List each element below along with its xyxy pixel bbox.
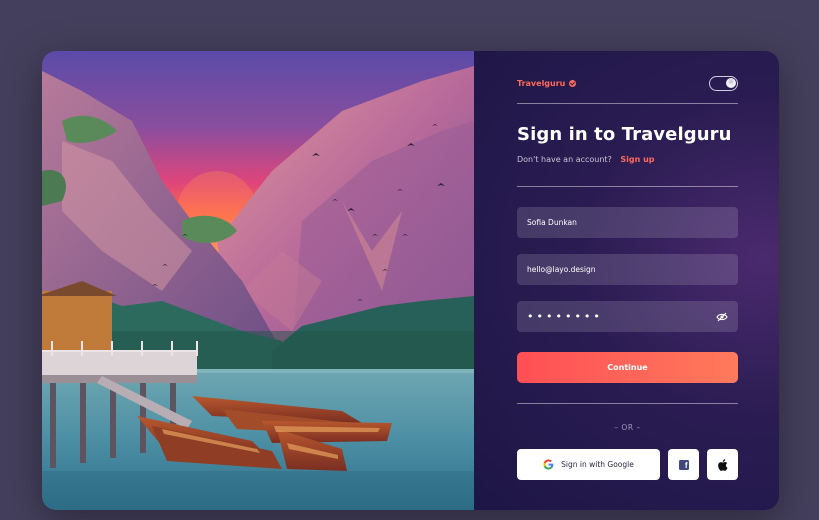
verified-badge-icon <box>569 79 577 87</box>
google-signin-button[interactable]: Sign in with Google <box>517 449 660 480</box>
email-input[interactable] <box>527 265 728 274</box>
password-input[interactable]: •••••••• <box>527 310 716 323</box>
signup-link[interactable]: Sign up <box>620 155 654 164</box>
brand-logo[interactable]: Travelguru <box>517 78 577 88</box>
signup-prompt-text: Don't have an account? <box>517 155 612 164</box>
form-divider <box>517 186 738 187</box>
header-divider <box>517 103 738 104</box>
page-title: Sign in to Travelguru <box>517 124 732 145</box>
email-field[interactable] <box>517 254 738 285</box>
social-signin-row: Sign in with Google f <box>517 449 738 480</box>
signin-panel: Travelguru ☼ Sign in to Travelguru Don't… <box>474 51 779 510</box>
facebook-signin-button[interactable]: f <box>668 449 699 480</box>
continue-button[interactable]: Continue <box>517 352 738 383</box>
signup-prompt: Don't have an account? Sign up <box>517 155 655 164</box>
theme-toggle[interactable]: ☼ <box>709 75 738 91</box>
apple-icon <box>717 458 728 471</box>
or-divider-text: – OR – <box>614 423 641 432</box>
signin-card: Travelguru ☼ Sign in to Travelguru Don't… <box>42 51 779 510</box>
name-field[interactable] <box>517 207 738 238</box>
sun-icon: ☼ <box>726 77 736 88</box>
password-field[interactable]: •••••••• <box>517 301 738 332</box>
brand-name: Travelguru <box>517 78 566 88</box>
name-input[interactable] <box>527 218 728 227</box>
eye-slash-icon[interactable] <box>716 311 728 323</box>
apple-signin-button[interactable] <box>707 449 738 480</box>
or-divider-line <box>517 403 738 404</box>
facebook-icon: f <box>678 459 689 470</box>
google-signin-label: Sign in with Google <box>561 460 634 469</box>
brand-row: Travelguru ☼ <box>517 74 738 92</box>
google-g-icon <box>543 459 554 470</box>
landscape-illustration <box>42 51 474 510</box>
